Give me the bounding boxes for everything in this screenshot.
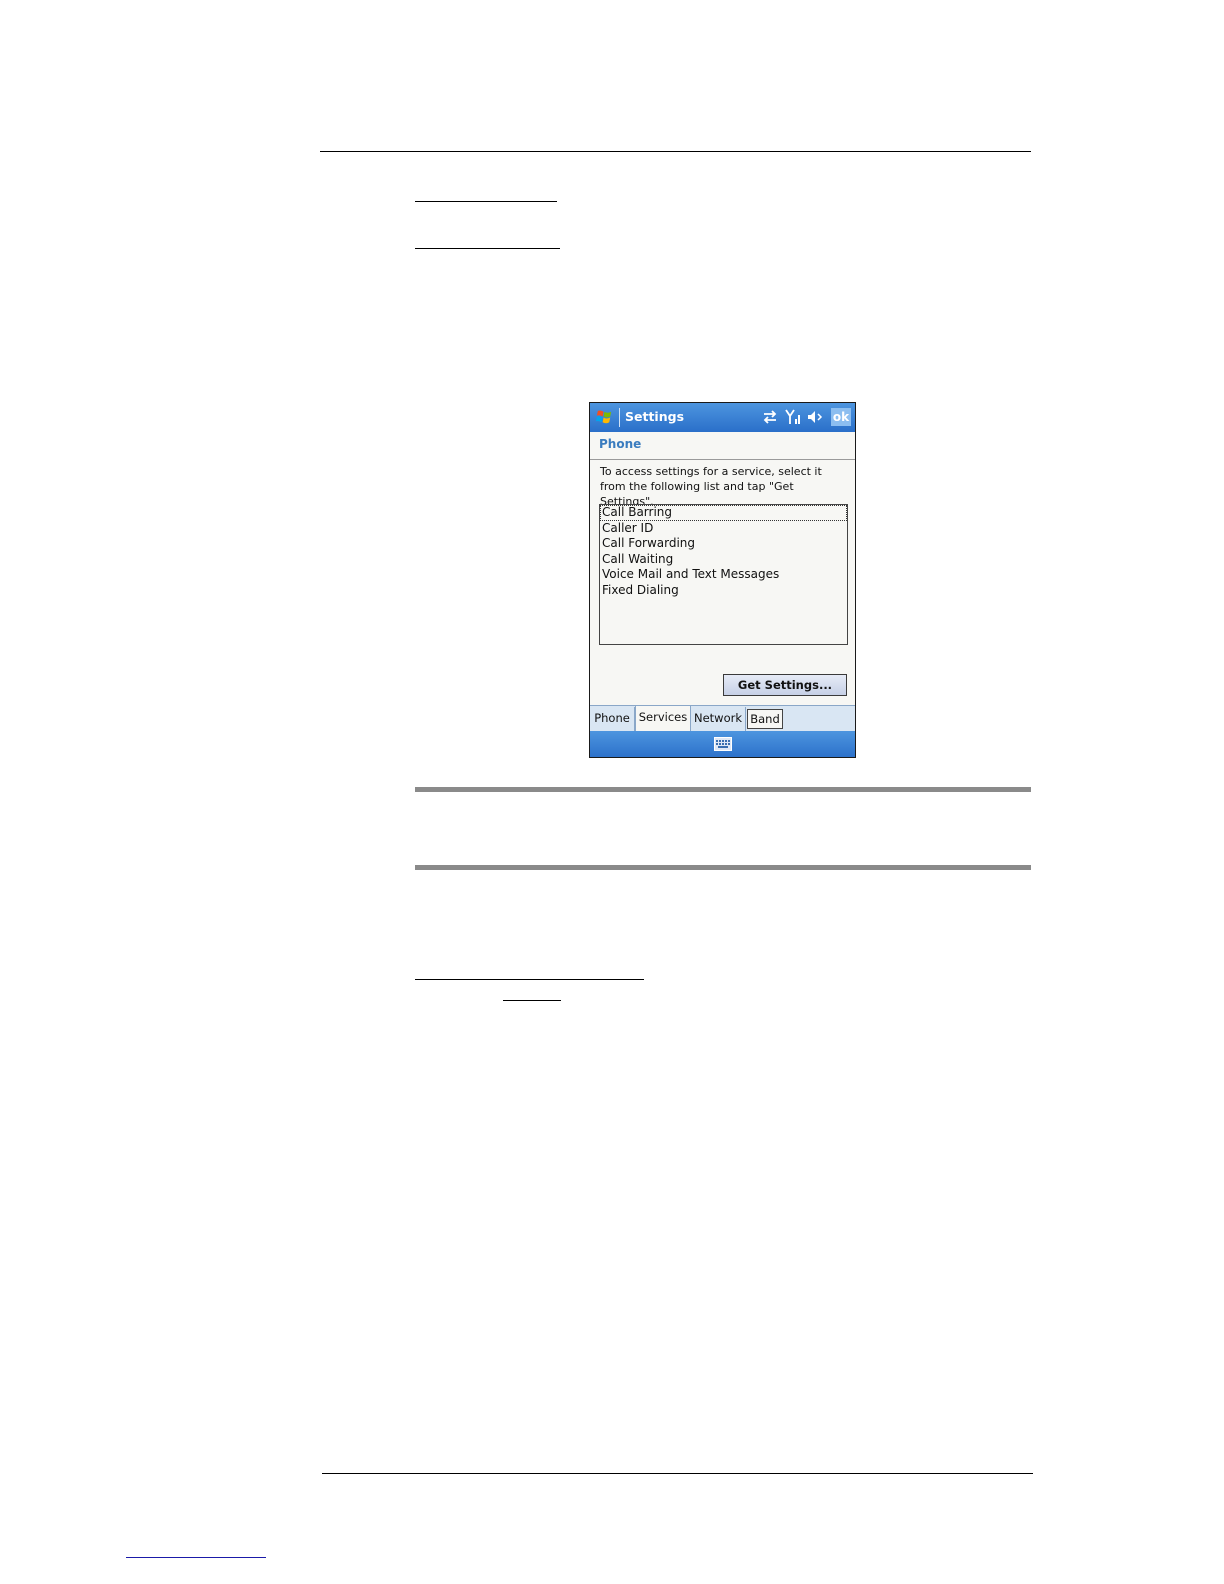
heading-divider	[590, 459, 855, 460]
title-bar: Settings ok	[590, 403, 855, 432]
text-underline	[415, 248, 560, 249]
page-heading: Phone	[599, 437, 642, 451]
speaker-muted-icon[interactable]	[805, 407, 825, 427]
list-item[interactable]: Call Forwarding	[600, 536, 847, 552]
note-bottom-rule	[415, 865, 1031, 870]
signal-icon[interactable]	[783, 407, 803, 427]
tab-band[interactable]: Band	[747, 709, 783, 729]
footer-rule	[322, 1473, 1033, 1474]
windows-start-icon[interactable]	[595, 408, 614, 427]
list-item[interactable]: Call Waiting	[600, 552, 847, 568]
instructions-text: To access settings for a service, select…	[600, 465, 822, 508]
ok-button[interactable]: ok	[831, 408, 851, 426]
menu-bar	[590, 731, 855, 757]
list-item[interactable]: Caller ID	[600, 521, 847, 537]
footer-link-underline[interactable]	[126, 1557, 266, 1558]
text-underline	[503, 1000, 561, 1001]
tab-services[interactable]: Services	[635, 706, 691, 732]
device-screen: Settings ok Phone To access settings for…	[589, 402, 856, 758]
keyboard-icon[interactable]	[714, 737, 732, 751]
text-underline	[415, 979, 644, 980]
tab-phone[interactable]: Phone	[590, 707, 635, 731]
note-top-rule	[415, 787, 1031, 792]
tab-strip: Phone Services Network Band	[590, 705, 855, 732]
connectivity-icon[interactable]	[760, 407, 780, 427]
title-separator	[619, 408, 620, 427]
header-rule	[320, 151, 1031, 152]
list-item[interactable]: Call Barring	[600, 505, 847, 521]
services-list[interactable]: Call Barring Caller ID Call Forwarding C…	[599, 504, 848, 645]
text-underline	[415, 201, 557, 202]
list-item[interactable]: Fixed Dialing	[600, 583, 847, 599]
get-settings-button[interactable]: Get Settings...	[723, 674, 847, 696]
tab-network[interactable]: Network	[691, 707, 746, 731]
list-item[interactable]: Voice Mail and Text Messages	[600, 567, 847, 583]
window-title: Settings	[625, 409, 685, 424]
